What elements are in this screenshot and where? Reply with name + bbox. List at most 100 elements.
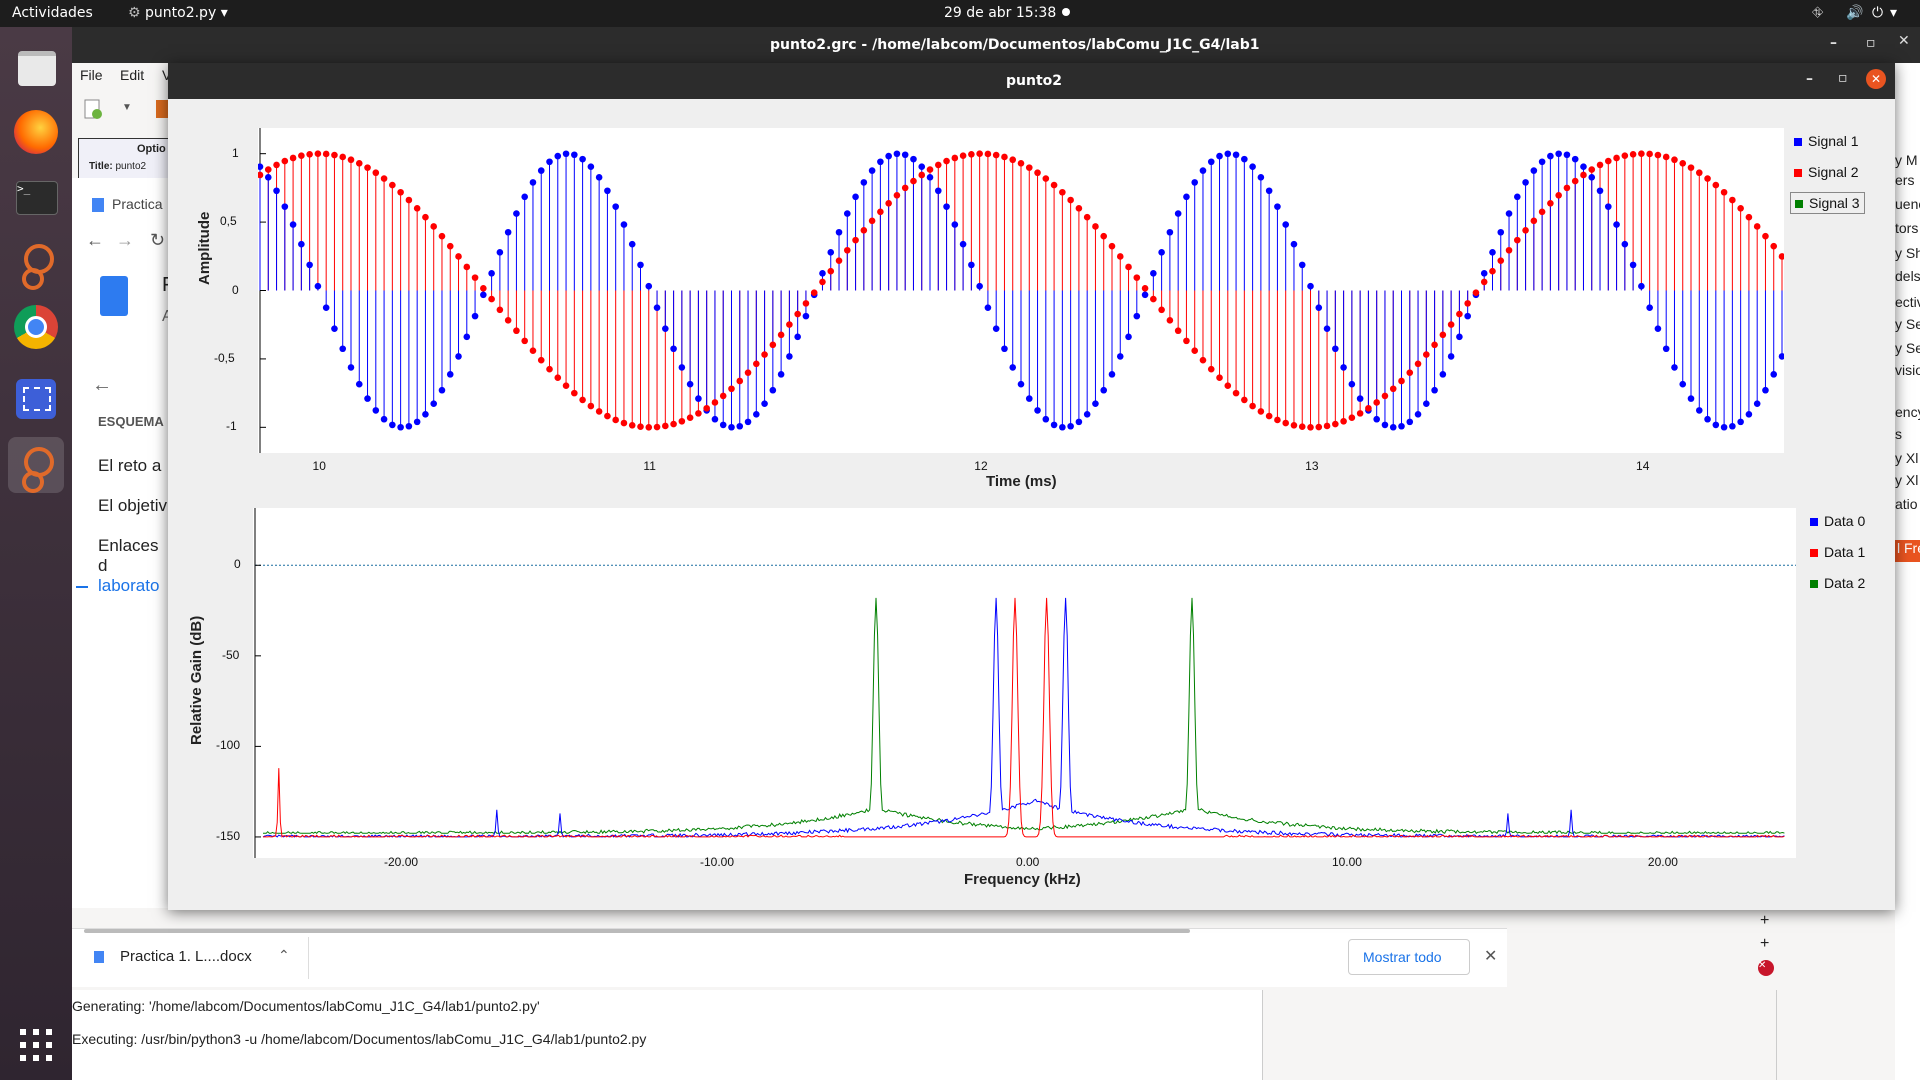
signal-2-point xyxy=(918,171,926,179)
signal-1-point xyxy=(1522,179,1529,186)
signal-2-point xyxy=(645,424,653,431)
files-icon[interactable] xyxy=(8,37,64,93)
add-icon[interactable]: + xyxy=(1760,912,1769,930)
y-tick-label: 0 xyxy=(234,557,241,572)
console-output: Generating: '/home/labcom/Documentos/lab… xyxy=(72,990,1262,1080)
legend-item[interactable]: Data 2 xyxy=(1810,575,1865,591)
maximize-icon[interactable]: ▫ xyxy=(1866,35,1876,51)
signal-1-point xyxy=(653,304,661,311)
close-icon[interactable]: ✕ xyxy=(1898,33,1910,49)
legend-item[interactable]: Data 0 xyxy=(1810,513,1865,529)
volume-icon[interactable]: 🔊 xyxy=(1846,5,1863,21)
time-plot-canvas[interactable] xyxy=(256,128,1786,453)
y-tick-label: -50 xyxy=(222,647,240,662)
horizontal-scrollbar[interactable] xyxy=(84,929,1190,933)
outline-item[interactable]: El objetiv xyxy=(98,496,167,516)
close-icon[interactable]: ✕ xyxy=(1866,69,1886,89)
signal-2-point xyxy=(711,399,719,406)
block-tree-button[interactable]: l Fre xyxy=(1895,540,1920,562)
signal-2-point xyxy=(1662,153,1670,161)
screenshot-icon[interactable] xyxy=(8,371,64,427)
signal-2-point xyxy=(1695,169,1703,177)
signal-2-point xyxy=(1348,414,1356,422)
signal-2-point xyxy=(1547,199,1554,207)
signal-1-point xyxy=(628,240,636,248)
signal-2-point xyxy=(1679,159,1687,167)
app-menu[interactable]: ⚙ punto2.py ▾ xyxy=(128,5,228,21)
signal-2-point xyxy=(1174,327,1182,335)
freq-plot-canvas[interactable] xyxy=(253,508,1796,858)
outline-back-icon[interactable]: ← xyxy=(92,374,112,397)
y-tick-label: 1 xyxy=(232,145,239,160)
app-grid-icon[interactable] xyxy=(18,1027,54,1063)
show-all-button[interactable]: Mostrar todo xyxy=(1348,939,1470,975)
chrome-icon[interactable] xyxy=(8,299,64,355)
gnuradio-icon[interactable] xyxy=(8,234,64,290)
signal-1-point xyxy=(1679,380,1687,388)
power-icon[interactable]: ⏻ xyxy=(1872,5,1883,21)
signal-2-point xyxy=(604,412,611,420)
firefox-icon[interactable] xyxy=(8,104,64,160)
signal-1-point xyxy=(380,415,388,423)
chevron-down-icon[interactable]: ▼ xyxy=(122,102,132,113)
signal-2-point xyxy=(1207,365,1215,373)
signal-1-point xyxy=(951,221,959,228)
signal-2-point xyxy=(322,150,330,158)
maximize-icon[interactable]: ▫ xyxy=(1838,70,1848,86)
signal-2-point xyxy=(397,188,404,196)
browser-tab[interactable]: Practica xyxy=(80,186,172,220)
forward-arrow-icon[interactable]: → xyxy=(116,230,134,251)
signal-2-point xyxy=(306,150,313,158)
signal-2-point xyxy=(1241,396,1248,404)
network-icon[interactable]: ⛗ xyxy=(1812,5,1823,21)
new-file-icon[interactable] xyxy=(82,98,104,123)
signal-2-point xyxy=(1770,242,1778,250)
terminal-icon[interactable]: >_ xyxy=(8,169,64,225)
signal-2-point xyxy=(620,419,628,427)
signal-1-point xyxy=(786,353,793,360)
signal-1-point xyxy=(893,150,901,158)
signal-1-point xyxy=(1307,282,1314,290)
signal-2-point xyxy=(1629,150,1637,158)
legend-item[interactable]: Signal 1 xyxy=(1794,133,1859,149)
options-block[interactable]: Optio Title: punto2 xyxy=(78,138,176,180)
signal-1-point xyxy=(1199,167,1207,174)
legend-item[interactable]: Signal 3 xyxy=(1790,192,1865,214)
remove-icon[interactable]: ✕ xyxy=(1758,960,1774,976)
legend-item[interactable]: Data 1 xyxy=(1810,544,1865,560)
signal-1-point xyxy=(504,228,512,236)
signal-2-point xyxy=(744,369,752,376)
clock[interactable]: 29 de abr 15:38 xyxy=(944,5,1056,21)
signal-1-point xyxy=(1042,415,1050,423)
legend-swatch xyxy=(1794,169,1802,178)
legend-item[interactable]: Signal 2 xyxy=(1794,164,1859,180)
gnuradio-active-icon[interactable] xyxy=(8,437,64,493)
add-icon[interactable]: + xyxy=(1760,935,1769,953)
signal-1-point xyxy=(984,304,992,311)
close-icon[interactable]: ✕ xyxy=(1484,946,1497,966)
menu-edit[interactable]: Edit xyxy=(120,67,144,83)
title-key: Title: xyxy=(89,161,113,172)
signal-2-point xyxy=(1687,164,1695,171)
signal-2-point xyxy=(1059,188,1066,196)
signal-1-point xyxy=(1704,415,1711,423)
minimize-icon[interactable]: – xyxy=(1806,71,1813,87)
signal-2-point xyxy=(628,421,636,429)
chevron-up-icon[interactable]: ⌃ xyxy=(278,947,290,964)
y-tick-label: 0,5 xyxy=(220,214,237,229)
outline-item[interactable]: El reto a xyxy=(98,456,161,476)
back-arrow-icon[interactable]: ← xyxy=(86,230,104,251)
minimize-icon[interactable]: – xyxy=(1830,35,1837,51)
x-tick-label: 14 xyxy=(1636,459,1650,473)
signal-2-point xyxy=(1232,389,1240,397)
outline-item[interactable]: Enlaces d xyxy=(98,536,172,576)
download-file-name[interactable]: Practica 1. L....docx xyxy=(120,948,252,965)
chevron-down-icon[interactable]: ▾ xyxy=(1890,5,1897,21)
signal-2-point xyxy=(910,177,917,185)
reload-icon[interactable]: ↻ xyxy=(150,230,165,251)
signal-2-point xyxy=(1075,205,1083,212)
menu-file[interactable]: File xyxy=(80,67,103,83)
outline-item-active[interactable]: laborato xyxy=(98,576,159,596)
activities-button[interactable]: Actividades xyxy=(12,5,93,21)
signal-2-point xyxy=(951,154,959,162)
